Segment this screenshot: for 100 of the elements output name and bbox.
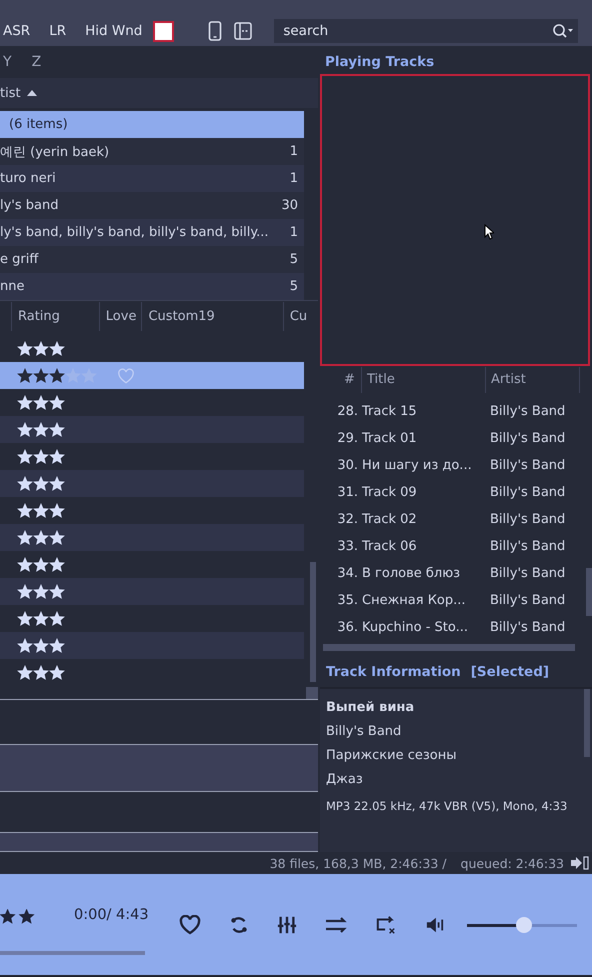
sort-arrow-icon (26, 90, 37, 96)
phone-icon[interactable] (208, 21, 222, 41)
star-icon (17, 476, 33, 491)
artist-row[interactable]: ly's band 30 (0, 192, 304, 219)
scrollbar[interactable] (586, 568, 592, 616)
track-title: В голове блюз (362, 566, 462, 581)
playlist-row[interactable]: 35. Снежная Кор... Billy's Band (320, 587, 586, 614)
playlist-row[interactable]: 30. Ни шагу из до... Billy's Band (320, 452, 586, 479)
column-header[interactable]: # (338, 367, 362, 393)
artist-row[interactable]: (6 items) (0, 111, 304, 138)
artist-row[interactable]: nne 5 (0, 273, 304, 300)
track-row[interactable] (0, 524, 304, 551)
scrollbar[interactable] (306, 687, 318, 699)
column-header[interactable]: Title (362, 367, 486, 393)
artist-row[interactable]: 예린 (yerin baek) 1 (0, 138, 304, 165)
artist-row[interactable]: turo neri 1 (0, 165, 304, 192)
letter-filter[interactable]: Y (3, 54, 12, 70)
slider-thumb[interactable] (516, 916, 532, 932)
star-icon (33, 503, 49, 518)
star-icon (49, 503, 65, 518)
queue-summary: queued: 2:46:33 (460, 856, 564, 870)
volume-icon[interactable] (424, 916, 445, 934)
star-icon (17, 503, 33, 518)
column-header[interactable]: Custom19 (141, 302, 283, 331)
star-icon (65, 368, 81, 383)
star-icon (33, 422, 49, 437)
toolbar-button[interactable]: LR (46, 23, 66, 39)
track-row[interactable] (0, 362, 304, 389)
track-number: 30. (336, 458, 359, 473)
playlist-row[interactable]: 34. В голове блюз Billy's Band (320, 560, 586, 587)
track-row[interactable] (0, 578, 304, 605)
artist-row[interactable]: e griff 5 (0, 246, 304, 273)
star-rating[interactable] (17, 395, 65, 410)
track-number: 29. (336, 431, 359, 446)
shuffle-icon[interactable] (324, 914, 347, 934)
track-row[interactable] (0, 416, 304, 443)
track-number: 35. (336, 593, 359, 608)
track-number: 33. (336, 539, 359, 554)
track-row[interactable] (0, 632, 304, 659)
star-rating[interactable] (17, 476, 65, 491)
scrollbar[interactable] (310, 562, 316, 682)
column-header[interactable]: Artist (486, 367, 580, 393)
star-rating[interactable] (17, 368, 97, 383)
star-icon (49, 638, 65, 653)
star-rating[interactable] (17, 611, 65, 626)
artist-row[interactable]: ly's band, billy's band, billy's band, billy... 1 (0, 219, 304, 246)
track-artist: Billy's Band (490, 458, 566, 473)
panel-title: Playing Tracks (324, 53, 436, 72)
star-rating[interactable] (17, 665, 65, 680)
column-header[interactable]: Love (98, 302, 142, 331)
star-rating[interactable] (17, 638, 65, 653)
arrow-icon[interactable] (570, 856, 590, 870)
star-rating[interactable] (17, 503, 65, 518)
heart-icon[interactable] (178, 914, 201, 934)
track-title: Ни шагу из до... (362, 458, 473, 473)
column-header[interactable]: Cu (282, 302, 318, 331)
playlist-row[interactable]: 33. Track 06 Billy's Band (320, 533, 586, 560)
star-rating[interactable] (17, 584, 65, 599)
panel-title: Track Information (326, 664, 461, 680)
track-artist: Billy's Band (490, 593, 566, 608)
repeat-icon[interactable] (228, 914, 249, 934)
star-rating[interactable] (17, 422, 65, 437)
star-rating[interactable] (17, 530, 65, 545)
artist-name: ly's band (0, 198, 58, 213)
playlist-row[interactable]: 32. Track 02 Billy's Band (320, 506, 586, 533)
letter-filter[interactable]: Z (32, 54, 42, 70)
search-field[interactable]: search (274, 19, 578, 43)
column-header[interactable]: tist (0, 86, 21, 100)
artist-name: (6 items) (8, 117, 68, 132)
star-icon (17, 449, 33, 464)
track-number: 34. (336, 566, 359, 581)
star-rating[interactable] (17, 341, 65, 356)
track-count: 5 (290, 279, 298, 294)
star-icon (33, 557, 49, 572)
star-icon (17, 368, 33, 383)
star-icon (17, 665, 33, 680)
stars-icon[interactable] (0, 908, 36, 924)
playlist-row[interactable]: 28. Track 15 Billy's Band (320, 398, 586, 425)
color-swatch[interactable] (153, 20, 174, 42)
column-header[interactable]: Rating (11, 302, 99, 331)
playlist-row[interactable]: 36. Kupchino - Sto... Billy's Band (320, 614, 586, 641)
artist-name: ly's band, billy's band, billy's band, billy... (0, 225, 269, 240)
scrollbar[interactable] (584, 689, 590, 757)
star-rating[interactable] (17, 557, 65, 572)
star-rating[interactable] (17, 449, 65, 464)
track-row[interactable] (0, 470, 304, 497)
playlist-row[interactable]: 29. Track 01 Billy's Band (320, 425, 586, 452)
star-icon (49, 341, 65, 356)
playlist-row[interactable]: 31. Track 09 Billy's Band (320, 479, 586, 506)
scrollbar[interactable] (323, 644, 575, 650)
toolbar-button[interactable]: Hid Wnd (82, 23, 142, 39)
track-artist: Billy's Band (490, 512, 566, 527)
volume-slider[interactable] (466, 916, 577, 932)
toolbar-button[interactable]: ASR (0, 23, 30, 39)
layout-icon[interactable] (234, 22, 252, 40)
repeat-off-icon[interactable] (374, 914, 397, 934)
track-count: 1 (290, 171, 298, 186)
track-album: Парижские сезоны (326, 747, 458, 765)
search-icon[interactable] (552, 23, 574, 39)
equalizer-icon[interactable] (276, 914, 297, 934)
